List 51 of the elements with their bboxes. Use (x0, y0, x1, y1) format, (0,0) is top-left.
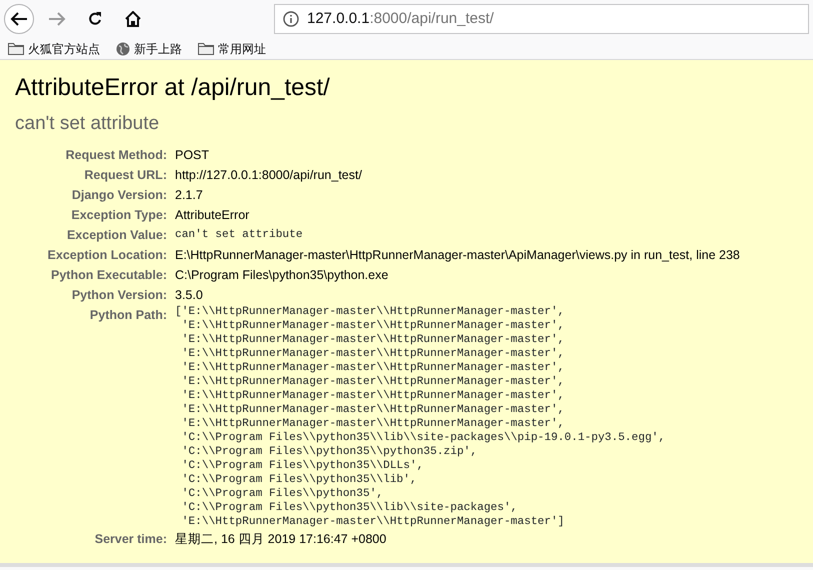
bookmark-item[interactable]: 火狐官方站点 (8, 40, 100, 58)
forward-icon (48, 11, 66, 27)
bookmark-item[interactable]: 新手上路 (116, 40, 182, 58)
globe-icon (116, 42, 130, 56)
field-value: POST (175, 147, 210, 164)
field-label: Exception Type: (70, 207, 168, 224)
back-button[interactable] (4, 4, 34, 34)
field-value: 星期二, 16 四月 2019 17:16:47 +0800 (175, 531, 386, 548)
path-line: 'E:\\HttpRunnerManager-master\\HttpRunnerManager-master', (180, 361, 566, 375)
field-value: E:\HttpRunnerManager-master\HttpRunnerManager-master\ApiManager\views.py in run_test, line 238 (175, 247, 740, 264)
field-value: http://127.0.0.1:8000/api/run_test/ (175, 167, 362, 184)
home-icon (125, 11, 141, 27)
path-line: 'C:\\Program Files\\python35', (180, 487, 384, 501)
path-line: 'E:\\HttpRunnerManager-master\\HttpRunnerManager-master', (180, 403, 566, 417)
path-line: 'C:\\Program Files\\python35\\lib\\site-packages', (180, 501, 518, 515)
path-line: 'C:\\Program Files\\python35\\lib', (180, 473, 418, 487)
url-text: 127.0.0.1:8000/api/run_test/ (307, 8, 494, 29)
reload-icon (87, 11, 103, 27)
path-line: 'E:\\HttpRunnerManager-master\\HttpRunnerManager-master', (180, 375, 566, 389)
path-line: 'E:\\HttpRunnerManager-master\\HttpRunnerManager-master', (180, 389, 566, 403)
folder-icon (198, 42, 214, 55)
field-value: can't set attribute (175, 228, 303, 243)
field-value: 3.5.0 (175, 287, 203, 304)
field-label: Request Method: (64, 147, 168, 164)
field-label: Python Version: (70, 287, 168, 304)
field-label: Django Version: (70, 187, 168, 204)
field-value: AttributeError (175, 207, 250, 224)
path-line: ['E:\\HttpRunnerManager-master\\HttpRunnerManager-master', (175, 305, 566, 319)
path-line: 'C:\\Program Files\\python35\\DLLs', (180, 459, 424, 473)
field-label: Exception Value: (66, 227, 168, 244)
error-title: AttributeError at /api/run_test/ (15, 73, 331, 103)
path-line: 'E:\\HttpRunnerManager-master\\HttpRunnerManager-master', (180, 333, 566, 347)
path-line: 'E:\\HttpRunnerManager-master\\HttpRunnerManager-master'] (180, 515, 566, 529)
field-label: Server time: (94, 531, 168, 548)
path-line: 'E:\\HttpRunnerManager-master\\HttpRunnerManager-master', (180, 417, 566, 431)
path-line: 'C:\\Program Files\\python35\\lib\\site-packages\\pip-19.0.1-py3.5.egg', (180, 431, 666, 445)
info-icon[interactable] (283, 11, 299, 27)
error-message: can't set attribute (15, 112, 160, 136)
field-label: Python Path: (88, 307, 168, 324)
folder-icon (8, 42, 24, 55)
address-field[interactable]: 127.0.0.1:8000/api/run_test/ (274, 4, 809, 34)
field-label: Exception Location: (46, 247, 168, 264)
path-line: 'C:\\Program Files\\python35\\python35.zip', (180, 445, 478, 459)
field-value: 2.1.7 (175, 187, 203, 204)
path-line: 'E:\\HttpRunnerManager-master\\HttpRunnerManager-master', (180, 347, 566, 361)
field-label: Request URL: (83, 167, 168, 184)
bookmark-item[interactable]: 常用网址 (198, 40, 266, 58)
field-value: C:\Program Files\python35\python.exe (175, 267, 388, 284)
path-line: 'E:\\HttpRunnerManager-master\\HttpRunnerManager-master', (180, 319, 566, 333)
field-label: Python Executable: (50, 267, 168, 284)
back-icon (10, 11, 28, 27)
